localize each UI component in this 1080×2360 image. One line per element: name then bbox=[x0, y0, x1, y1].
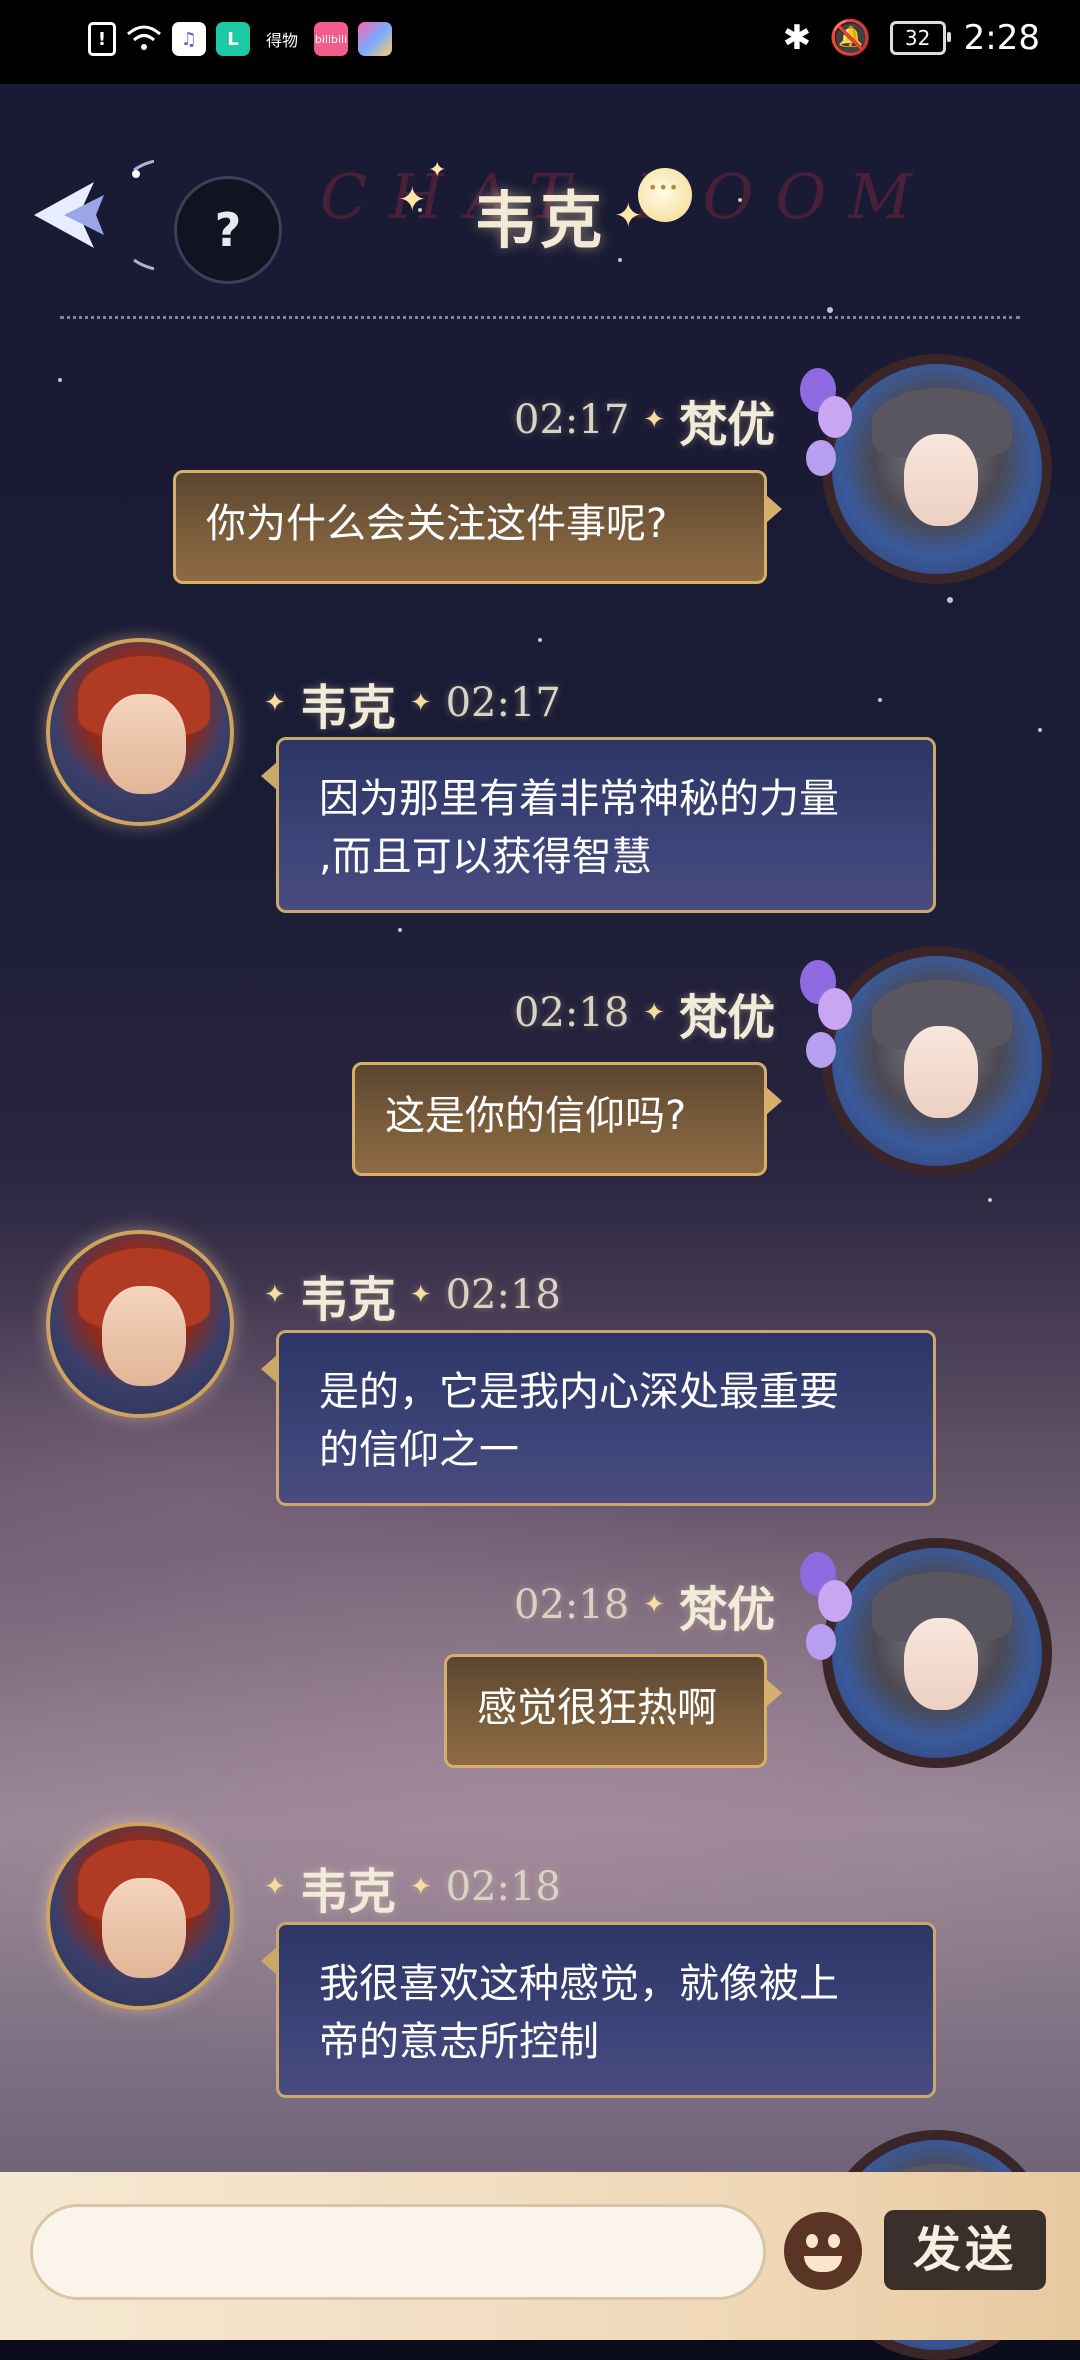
message-bubble[interactable]: 这是你的信仰吗? bbox=[352, 1062, 782, 1176]
message-meta: ✦ 韦克 ✦ 02:17 bbox=[264, 668, 561, 738]
clock: 2:28 bbox=[963, 18, 1040, 58]
message-bubble[interactable]: 我很喜欢这种感觉，就像被上 帝的意志所控制 bbox=[261, 1922, 936, 2098]
message-time: 02:17 bbox=[445, 680, 561, 726]
message-time: 02:18 bbox=[514, 1582, 630, 1628]
send-button[interactable]: 发送 bbox=[884, 2210, 1046, 2290]
music-app-icon: ♫ bbox=[172, 22, 206, 56]
message-bubble[interactable]: 你为什么会关注这件事呢? bbox=[173, 470, 782, 584]
user-avatar[interactable] bbox=[822, 1538, 1052, 1768]
status-left-icons: ! ♫ L 得物 bilibili bbox=[88, 22, 392, 56]
dot-icon: ✦ bbox=[409, 688, 432, 718]
user-avatar[interactable] bbox=[822, 354, 1052, 584]
message-meta: ✦ 韦克 ✦ 02:18 bbox=[264, 1260, 561, 1330]
sender-name: 梵优 bbox=[679, 990, 776, 1046]
dot-icon: ✦ bbox=[643, 998, 666, 1028]
sender-name: 韦克 bbox=[299, 1864, 396, 1920]
message-time: 02:18 bbox=[445, 1864, 561, 1910]
message-text: 你为什么会关注这件事呢? bbox=[206, 501, 668, 547]
message-meta: 02:18 ✦ 梵优 bbox=[514, 1570, 775, 1640]
sender-name: 韦克 bbox=[299, 680, 396, 736]
message-meta: 02:18 ✦ 梵优 bbox=[514, 978, 775, 1048]
dot-icon: ✦ bbox=[643, 405, 666, 435]
balloon-icon bbox=[796, 1552, 856, 1682]
mute-bell-icon: 🔕 bbox=[829, 18, 872, 58]
dewu-app-icon: 得物 bbox=[265, 31, 298, 50]
message-text: ,而且可以获得智慧 bbox=[319, 834, 652, 880]
page-title: 韦克 bbox=[473, 184, 606, 257]
emoji-icon[interactable] bbox=[784, 2212, 862, 2290]
chat-bubble-icon bbox=[638, 168, 692, 222]
bluetooth-icon: ✱ bbox=[782, 18, 812, 58]
message-bubble[interactable]: 感觉很狂热啊 bbox=[444, 1654, 782, 1768]
message-text: 的信仰之一 bbox=[319, 1427, 519, 1473]
sender-name: 梵优 bbox=[679, 1582, 776, 1638]
battery-level: 32 bbox=[904, 26, 931, 50]
bilibili-app-icon: bilibili bbox=[314, 22, 348, 56]
message-text: 我很喜欢这种感觉，就像被上 bbox=[319, 1961, 839, 2007]
contact-avatar[interactable] bbox=[46, 638, 234, 826]
status-right-icons: ✱ 🔕 32 2:28 bbox=[783, 18, 1040, 58]
message-text: 帝的意志所控制 bbox=[319, 2019, 599, 2065]
alert-icon: ! bbox=[88, 22, 116, 56]
balloon-icon bbox=[796, 368, 856, 498]
dot-icon: ✦ bbox=[264, 688, 286, 718]
message-text: 感觉很狂热啊 bbox=[477, 1685, 717, 1731]
message-time: 02:18 bbox=[514, 990, 630, 1036]
dot-icon: ✦ bbox=[643, 1590, 666, 1620]
message-meta: ✦ 韦克 ✦ 02:18 bbox=[264, 1852, 561, 1922]
message-text: 因为那里有着非常神秘的力量 bbox=[319, 776, 839, 822]
contact-avatar[interactable] bbox=[46, 1230, 234, 1418]
message-text: 是的，它是我内心深处最重要 bbox=[319, 1369, 839, 1415]
dot-icon: ✦ bbox=[409, 1280, 432, 1310]
user-avatar[interactable] bbox=[822, 946, 1052, 1176]
message-bubble[interactable]: 是的，它是我内心深处最重要 的信仰之一 bbox=[261, 1330, 936, 1506]
dot-icon: ✦ bbox=[264, 1872, 286, 1902]
message-time: 02:17 bbox=[514, 397, 630, 443]
contact-avatar[interactable] bbox=[46, 1822, 234, 2010]
composer-bar: 发送 bbox=[0, 2172, 1080, 2340]
message-bubble[interactable]: 因为那里有着非常神秘的力量 ,而且可以获得智慧 bbox=[261, 737, 936, 913]
flower-app-icon bbox=[358, 22, 392, 56]
l-app-icon: L bbox=[216, 22, 250, 56]
dot-icon: ✦ bbox=[409, 1872, 432, 1902]
message-time: 02:18 bbox=[445, 1272, 561, 1318]
message-input[interactable] bbox=[30, 2204, 766, 2300]
status-bar: ! ♫ L 得物 bilibili ✱ 🔕 32 2:28 bbox=[0, 0, 1080, 84]
dot-icon: ✦ bbox=[264, 1280, 286, 1310]
message-meta: 02:17 ✦ 梵优 bbox=[514, 385, 775, 455]
message-text: 这是你的信仰吗? bbox=[385, 1093, 687, 1139]
wifi-icon bbox=[127, 25, 161, 50]
battery-icon: 32 bbox=[889, 21, 951, 55]
balloon-icon bbox=[796, 960, 856, 1090]
header-divider bbox=[60, 316, 1020, 319]
sender-name: 韦克 bbox=[299, 1272, 396, 1328]
sender-name: 梵优 bbox=[679, 397, 776, 453]
